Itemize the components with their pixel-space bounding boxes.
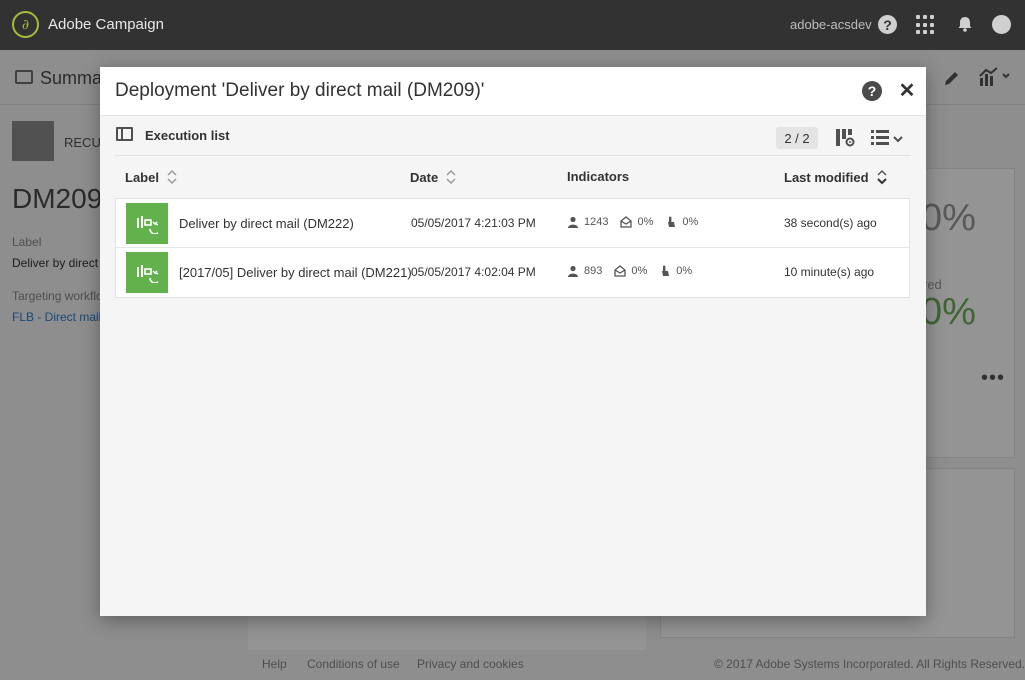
column-header-label[interactable]: Label [125,169,177,185]
row-last-modified: 38 second(s) ago [784,216,877,230]
column-settings-icon[interactable] [835,128,855,148]
sort-descending-icon[interactable] [876,169,887,185]
click-rate-icon [662,265,670,276]
open-rate-icon [614,265,627,277]
bell-icon[interactable] [955,14,975,34]
adobe-campaign-logo-icon[interactable]: ∂ [12,11,39,38]
recipients-icon [568,265,578,277]
recipients-icon [568,216,578,228]
direct-mail-delivery-icon [126,252,168,293]
top-bar: ∂ Adobe Campaign adobe-acsdev ? [0,0,1025,50]
execution-list-table: Deliver by direct mail (DM222) 05/05/201… [115,198,910,298]
help-icon[interactable]: ? [878,15,897,34]
column-header-last-modified[interactable]: Last modified [784,169,887,185]
table-row[interactable]: Deliver by direct mail (DM222) 05/05/201… [116,199,909,248]
modal-title: Deployment 'Deliver by direct mail (DM20… [115,80,485,101]
row-indicators: 1243 0% 0% [567,216,698,228]
row-date: 05/05/2017 4:21:03 PM [411,216,536,230]
column-header-date[interactable]: Date [410,169,456,185]
click-rate: 0% [676,265,693,277]
sort-icon[interactable] [446,169,456,185]
list-view-icon[interactable] [871,129,905,147]
apps-grid-icon[interactable] [916,15,936,35]
column-indicators-text: Indicators [567,169,630,184]
row-label[interactable]: [2017/05] Deliver by direct mail (DM221) [179,265,412,280]
table-row[interactable]: [2017/05] Deliver by direct mail (DM221)… [116,248,909,297]
execution-list-title: Execution list [145,128,230,143]
modal-header: Deployment 'Deliver by direct mail (DM20… [100,67,926,116]
close-icon[interactable]: ✕ [896,79,918,102]
help-icon[interactable]: ? [862,81,882,101]
row-indicators: 893 0% 0% [567,265,692,277]
direct-mail-delivery-icon [126,203,168,244]
open-rate: 0% [631,265,648,277]
click-rate: 0% [682,216,699,228]
column-header-indicators: Indicators [567,169,629,184]
open-rate-icon [620,216,633,228]
avatar-icon[interactable] [992,15,1011,34]
column-label-text: Label [125,169,159,185]
app-name[interactable]: Adobe Campaign [48,16,164,33]
recipients-count: 1243 [584,216,609,228]
execution-list-toolbar: Execution list 2 / 2 [115,116,911,156]
row-date: 05/05/2017 4:02:04 PM [411,265,536,279]
org-name[interactable]: adobe-acsdev [790,17,872,32]
list-panel-icon [116,127,133,141]
column-date-text: Date [410,169,439,185]
deployment-modal: Deployment 'Deliver by direct mail (DM20… [100,67,926,616]
click-rate-icon [668,216,676,227]
row-label[interactable]: Deliver by direct mail (DM222) [179,216,354,231]
recipients-count: 893 [584,265,603,277]
row-last-modified: 10 minute(s) ago [784,265,875,279]
sort-icon[interactable] [167,169,177,185]
open-rate: 0% [637,216,654,228]
column-last-modified-text: Last modified [784,169,869,185]
result-count-badge: 2 / 2 [776,127,818,149]
